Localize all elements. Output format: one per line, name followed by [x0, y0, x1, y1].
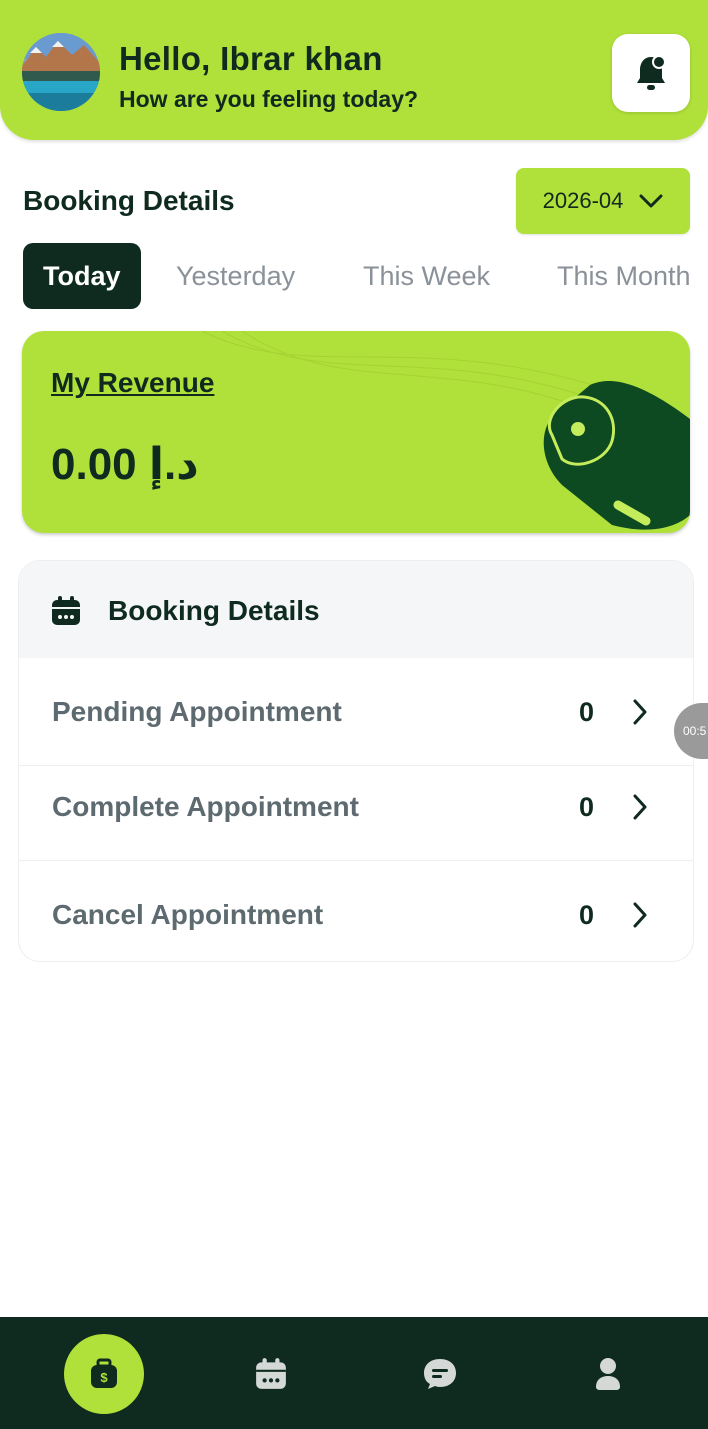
greeting-subtitle: How are you feeling today?	[119, 86, 419, 112]
avatar-image	[22, 33, 100, 111]
row-pending-appointment[interactable]: Pending Appointment 0	[19, 658, 693, 766]
nav-chat[interactable]	[400, 1334, 480, 1414]
calendar-icon	[256, 1358, 286, 1389]
avatar[interactable]	[22, 33, 100, 111]
row-cancel-appointment[interactable]: Cancel Appointment 0	[19, 861, 693, 961]
profile-icon	[596, 1358, 620, 1390]
bell-icon	[637, 55, 666, 90]
calendar-icon	[52, 596, 80, 625]
wallet-icon	[543, 381, 690, 530]
chat-icon	[424, 1359, 456, 1389]
chevron-right-icon	[633, 902, 647, 928]
notification-button[interactable]	[612, 34, 690, 112]
row-count: 0	[579, 696, 595, 727]
header: Hello, Ibrar khan How are you feeling to…	[0, 0, 708, 140]
row-label: Cancel Appointment	[52, 899, 324, 930]
nav-profile[interactable]	[568, 1334, 648, 1414]
row-label: Pending Appointment	[52, 696, 342, 727]
tab-this-week[interactable]: This Week	[363, 243, 490, 309]
svg-text:$: $	[100, 1370, 108, 1385]
row-label: Complete Appointment	[52, 791, 359, 822]
chevron-right-icon	[633, 794, 647, 820]
revenue-card[interactable]: My Revenue 0.00 د.إ	[22, 331, 690, 533]
wallet-icon: $	[91, 1358, 117, 1388]
bottom-nav: $	[0, 1317, 708, 1429]
nav-wallet[interactable]: $	[64, 1334, 144, 1414]
chevron-down-icon	[639, 194, 663, 208]
booking-details-card: Booking Details Pending Appointment 0 Co…	[18, 560, 694, 962]
booking-details-card-title: Booking Details	[108, 595, 320, 626]
tab-this-month[interactable]: This Month	[557, 243, 691, 309]
month-select[interactable]: 2026-04	[516, 168, 690, 234]
greeting-title: Hello, Ibrar khan	[119, 40, 383, 77]
tab-yesterday[interactable]: Yesterday	[176, 243, 295, 309]
booking-details-header: Booking Details	[19, 561, 693, 658]
month-select-value: 2026-04	[542, 188, 624, 213]
row-complete-appointment[interactable]: Complete Appointment 0	[19, 753, 693, 861]
row-count: 0	[579, 899, 595, 930]
row-count: 0	[579, 791, 595, 822]
tab-today[interactable]: Today	[23, 243, 141, 309]
chevron-right-icon	[633, 699, 647, 725]
revenue-label[interactable]: My Revenue	[51, 367, 214, 399]
nav-calendar[interactable]	[231, 1334, 311, 1414]
booking-details-title: Booking Details	[23, 185, 235, 216]
revenue-amount: 0.00 د.إ	[51, 440, 199, 489]
